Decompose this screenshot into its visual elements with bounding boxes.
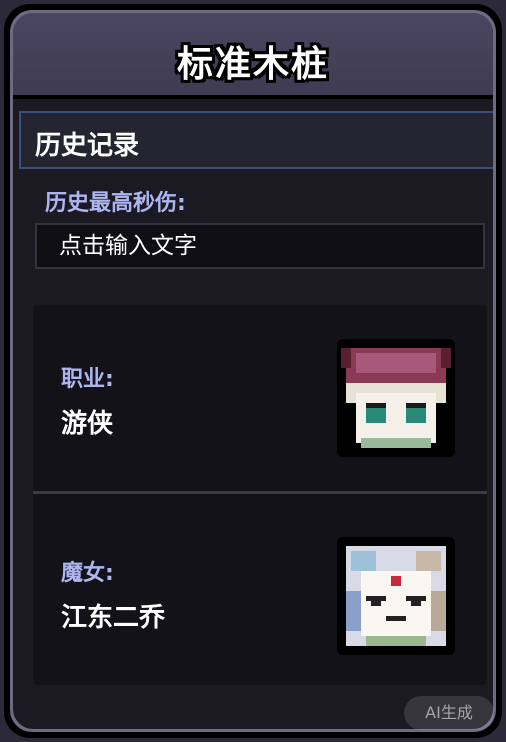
page-title: 标准木桩: [176, 44, 329, 85]
character-card: 职业: 游侠 魔女: 江东二乔: [33, 305, 487, 685]
witch-key-label: 魔女:: [61, 561, 114, 586]
row-divider: [33, 491, 487, 494]
witch-value: 江东二乔: [61, 603, 166, 633]
witch-row: 魔女: 江东二乔: [33, 495, 487, 683]
ai-generated-watermark: AI生成: [404, 696, 494, 730]
title-bar: 标准木桩: [13, 13, 493, 99]
history-section-tab[interactable]: 历史记录: [19, 111, 493, 169]
history-section-label: 历史记录: [35, 131, 140, 161]
best-dps-input[interactable]: [35, 223, 485, 269]
class-row: 职业: 游侠: [33, 305, 487, 493]
witch-portrait-icon[interactable]: [337, 537, 455, 655]
class-value: 游侠: [61, 409, 114, 439]
panel-body: 标准木桩 历史记录 历史最高秒伤: 职业: 游侠: [13, 13, 493, 729]
panel-border: 标准木桩 历史记录 历史最高秒伤: 职业: 游侠: [10, 10, 496, 732]
panel-frame: 标准木桩 历史记录 历史最高秒伤: 职业: 游侠: [4, 4, 502, 738]
ranger-portrait-icon[interactable]: [337, 339, 455, 457]
class-key-label: 职业:: [61, 367, 114, 392]
best-dps-label: 历史最高秒伤:: [45, 191, 186, 216]
